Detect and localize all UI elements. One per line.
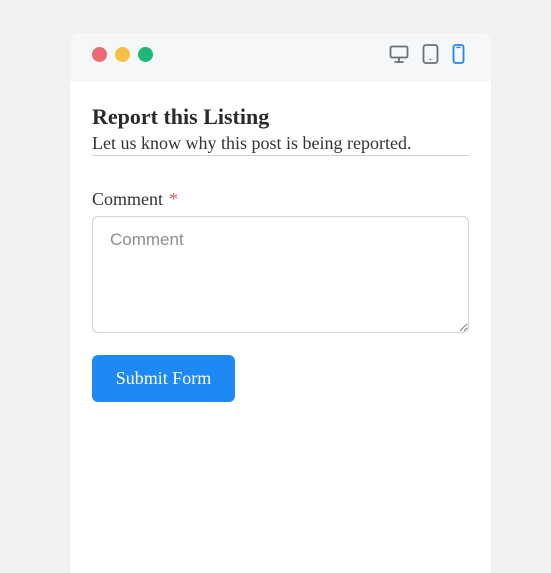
- comment-label: Comment *: [92, 188, 469, 210]
- mobile-icon[interactable]: [452, 44, 465, 64]
- maximize-window-dot[interactable]: [138, 47, 153, 62]
- minimize-window-dot[interactable]: [115, 47, 130, 62]
- form-title: Report this Listing: [92, 104, 270, 129]
- comment-label-text: Comment: [92, 189, 163, 209]
- device-toggle: [389, 44, 465, 64]
- close-window-dot[interactable]: [92, 47, 107, 62]
- form-subtitle: Let us know why this post is being repor…: [92, 132, 469, 156]
- window-titlebar: [70, 33, 491, 82]
- comment-textarea[interactable]: [92, 216, 469, 333]
- tablet-icon[interactable]: [422, 44, 439, 64]
- submit-form-button[interactable]: Submit Form: [92, 355, 235, 402]
- required-marker: *: [169, 189, 178, 209]
- form-content: Report this Listing Let us know why this…: [70, 82, 491, 402]
- desktop-icon[interactable]: [389, 45, 409, 64]
- preview-window: Report this Listing Let us know why this…: [70, 33, 491, 573]
